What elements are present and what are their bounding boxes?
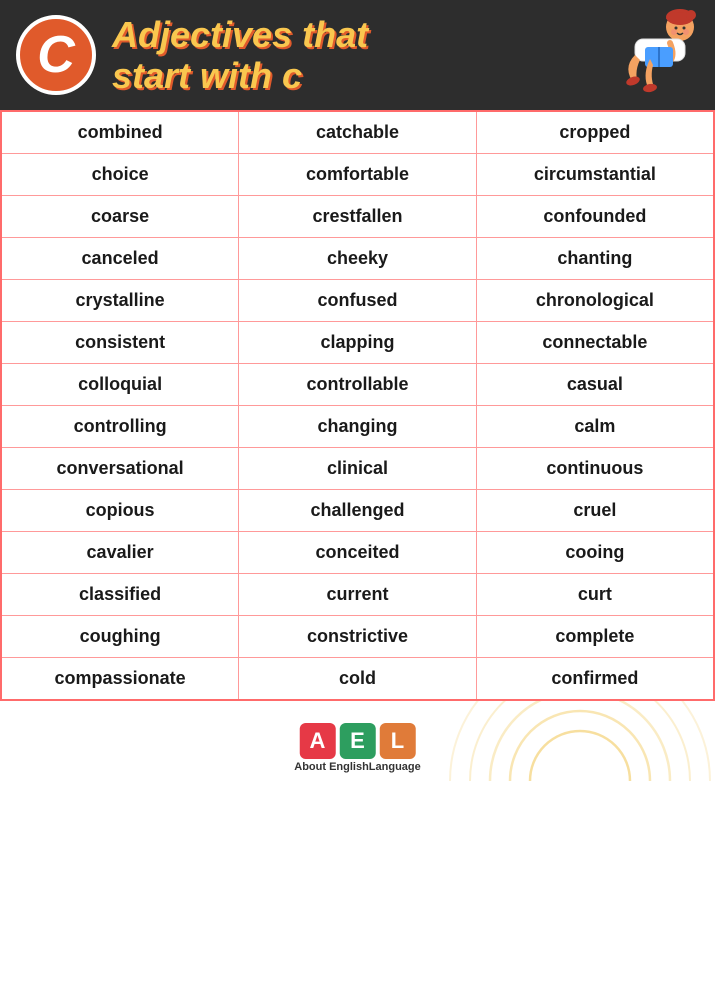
site-logo: A E L About EnglishLanguage: [294, 723, 421, 781]
table-cell: cold: [239, 658, 477, 701]
table-cell: conversational: [1, 448, 239, 490]
table-cell: changing: [239, 406, 477, 448]
table-cell: complete: [476, 616, 714, 658]
table-cell: challenged: [239, 490, 477, 532]
table-cell: calm: [476, 406, 714, 448]
table-cell: catchable: [239, 111, 477, 154]
table-cell: confirmed: [476, 658, 714, 701]
table-cell: current: [239, 574, 477, 616]
table-cell: canceled: [1, 238, 239, 280]
adjectives-table: combinedcatchablecroppedchoicecomfortabl…: [0, 110, 715, 701]
table-cell: compassionate: [1, 658, 239, 701]
table-cell: clinical: [239, 448, 477, 490]
word-table: combinedcatchablecroppedchoicecomfortabl…: [0, 110, 715, 701]
logo-letter-l: L: [380, 723, 416, 759]
table-row: colloquialcontrollablecasual: [1, 364, 714, 406]
table-cell: consistent: [1, 322, 239, 364]
logo-letter-a: A: [300, 723, 336, 759]
table-cell: copious: [1, 490, 239, 532]
table-cell: cropped: [476, 111, 714, 154]
table-cell: chronological: [476, 280, 714, 322]
table-row: classifiedcurrentcurt: [1, 574, 714, 616]
table-row: cavalierconceitedcooing: [1, 532, 714, 574]
table-row: compassionatecoldconfirmed: [1, 658, 714, 701]
table-cell: cavalier: [1, 532, 239, 574]
logo-letter-e: E: [340, 723, 376, 759]
table-cell: connectable: [476, 322, 714, 364]
letter-badge: C: [16, 15, 96, 95]
table-cell: colloquial: [1, 364, 239, 406]
table-cell: casual: [476, 364, 714, 406]
page-title: Adjectives that start with c: [112, 14, 368, 97]
girl-illustration: [615, 5, 705, 100]
table-row: controllingchangingcalm: [1, 406, 714, 448]
table-cell: crestfallen: [239, 196, 477, 238]
page-header: C Adjectives that start with c: [0, 0, 715, 110]
table-row: consistentclappingconnectable: [1, 322, 714, 364]
table-cell: classified: [1, 574, 239, 616]
table-cell: confused: [239, 280, 477, 322]
table-row: coarsecrestfallenconfounded: [1, 196, 714, 238]
table-row: choicecomfortablecircumstantial: [1, 154, 714, 196]
table-cell: constrictive: [239, 616, 477, 658]
table-cell: crystalline: [1, 280, 239, 322]
table-cell: continuous: [476, 448, 714, 490]
table-cell: combined: [1, 111, 239, 154]
table-row: conversationalclinicalcontinuous: [1, 448, 714, 490]
footer-decoration: A E L About EnglishLanguage: [0, 701, 715, 781]
table-cell: coarse: [1, 196, 239, 238]
table-cell: conceited: [239, 532, 477, 574]
table-row: canceledcheekychanting: [1, 238, 714, 280]
table-cell: choice: [1, 154, 239, 196]
table-cell: cheeky: [239, 238, 477, 280]
table-cell: controlling: [1, 406, 239, 448]
table-row: copiouschallengedcruel: [1, 490, 714, 532]
table-row: coughingconstrictivecomplete: [1, 616, 714, 658]
table-cell: curt: [476, 574, 714, 616]
table-cell: confounded: [476, 196, 714, 238]
logo-tagline: About EnglishLanguage: [294, 761, 421, 773]
table-cell: chanting: [476, 238, 714, 280]
table-row: combinedcatchablecropped: [1, 111, 714, 154]
table-cell: cooing: [476, 532, 714, 574]
table-cell: circumstantial: [476, 154, 714, 196]
table-row: crystallineconfusedchronological: [1, 280, 714, 322]
table-cell: clapping: [239, 322, 477, 364]
table-cell: comfortable: [239, 154, 477, 196]
logo-letters: A E L: [300, 723, 416, 759]
table-cell: cruel: [476, 490, 714, 532]
table-cell: coughing: [1, 616, 239, 658]
table-cell: controllable: [239, 364, 477, 406]
